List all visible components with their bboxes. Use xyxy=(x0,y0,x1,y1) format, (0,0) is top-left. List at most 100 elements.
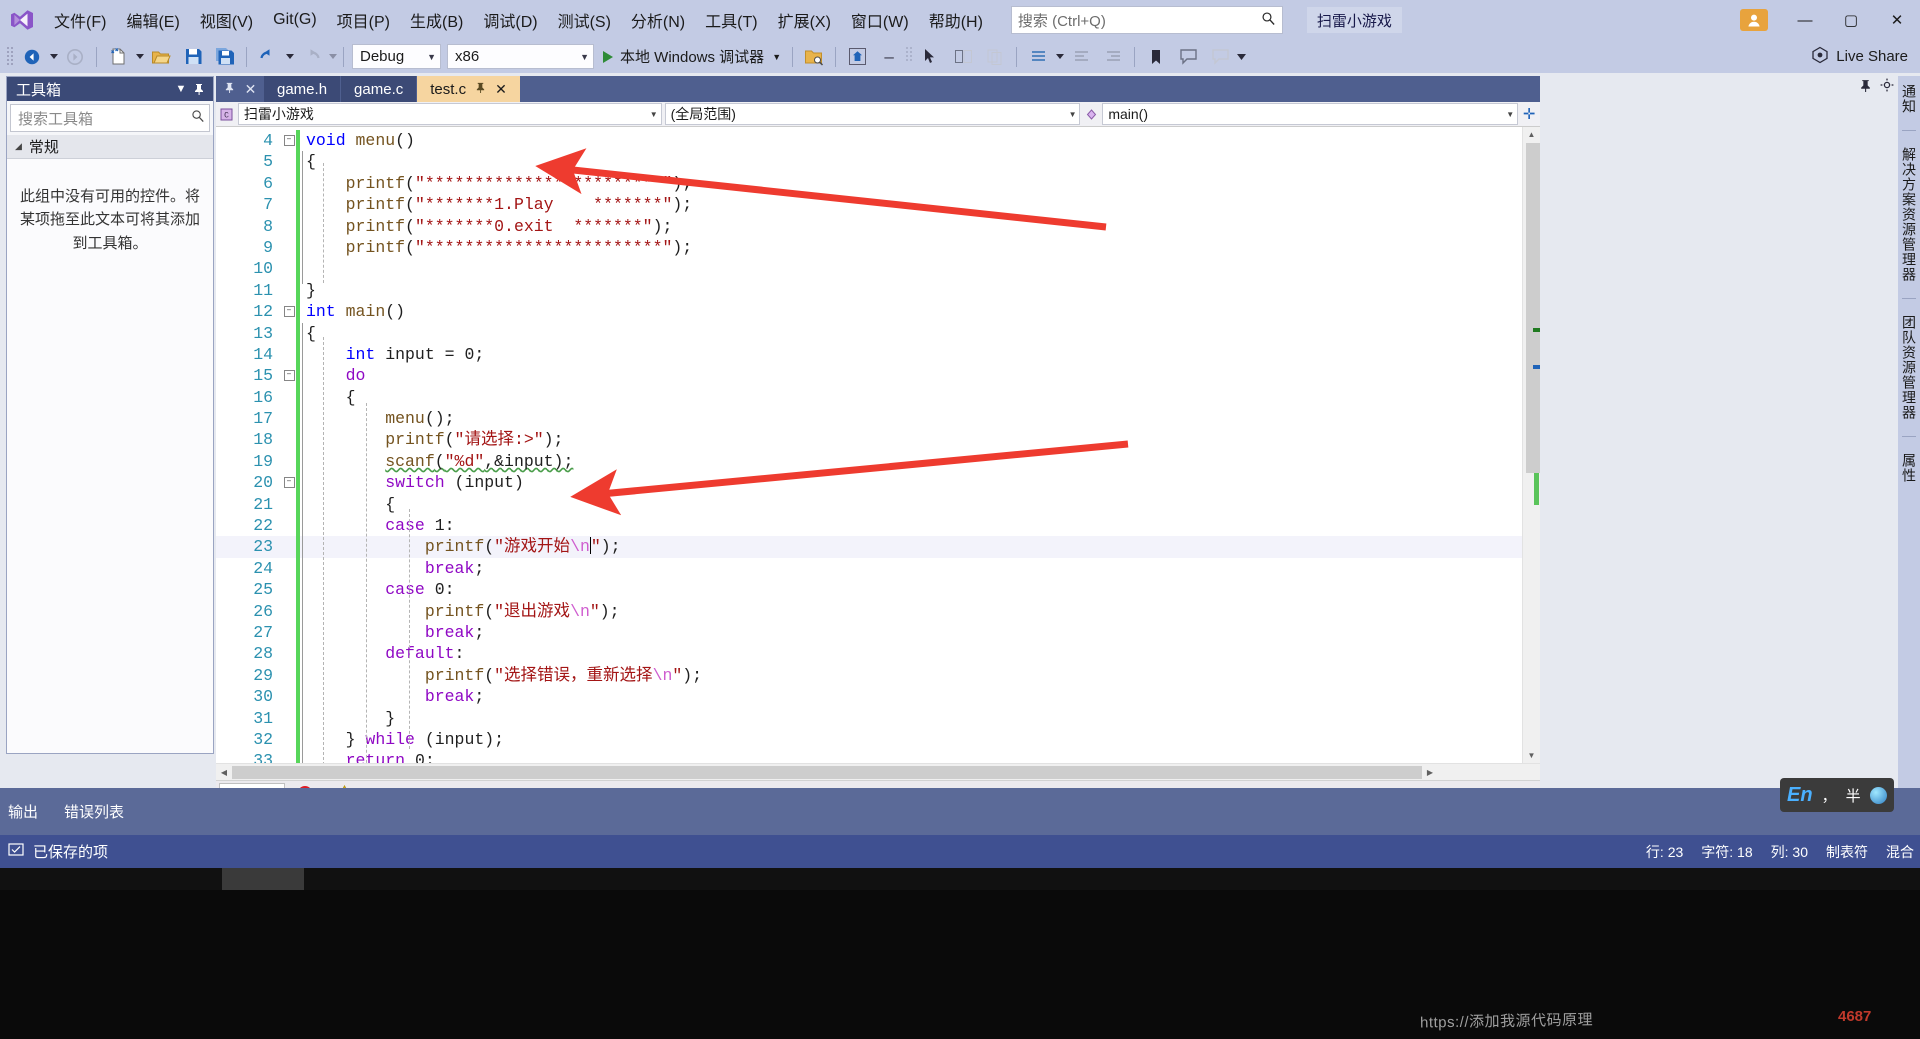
code-line[interactable]: 10 xyxy=(216,258,1522,280)
scrollbar-thumb[interactable] xyxy=(1526,143,1540,473)
bookmark-button[interactable] xyxy=(1140,44,1172,70)
right-tab-solution-explorer[interactable]: 解决方案资源管理器 xyxy=(1899,147,1919,282)
code-text[interactable]: { xyxy=(300,387,1522,408)
code-text[interactable]: { xyxy=(300,151,1522,172)
menu-item-window[interactable]: 窗口(W) xyxy=(841,0,919,40)
code-text[interactable]: default: xyxy=(300,643,1522,664)
menu-item-tools[interactable]: 工具(T) xyxy=(695,0,767,40)
code-line[interactable]: 22 case 1: xyxy=(216,515,1522,537)
hscroll-thumb[interactable] xyxy=(232,765,1422,779)
menu-item-git[interactable]: Git(G) xyxy=(263,0,327,40)
menu-item-edit[interactable]: 编辑(E) xyxy=(116,0,189,40)
bottom-tab-output[interactable]: 输出 xyxy=(8,801,38,822)
chevron-down-icon[interactable]: ▼ xyxy=(172,83,190,95)
code-line[interactable]: 16 { xyxy=(216,386,1522,409)
code-line[interactable]: 11} xyxy=(216,279,1522,302)
code-line[interactable]: 17 menu(); xyxy=(216,408,1522,430)
save-all-button[interactable] xyxy=(209,44,241,70)
taskbar-window-button[interactable] xyxy=(222,868,304,890)
tab-game-h[interactable]: game.h xyxy=(264,76,341,102)
code-line[interactable]: 18 printf("请选择:>"); xyxy=(216,429,1522,451)
code-text[interactable]: scanf("%d",&input); xyxy=(300,451,1522,472)
new-item-dropdown[interactable] xyxy=(134,54,145,59)
code-line[interactable]: 7 printf("*******1.Play *******"); xyxy=(216,194,1522,216)
code-lines[interactable]: 4– void menu() 5{6 printf("***************… xyxy=(216,127,1522,763)
menu-item-view[interactable]: 视图(V) xyxy=(190,0,263,40)
code-text[interactable]: } xyxy=(300,708,1522,729)
code-text[interactable]: break; xyxy=(300,622,1522,643)
align-right-button[interactable] xyxy=(1097,44,1129,70)
code-text[interactable]: } xyxy=(300,280,1522,301)
fold-collapse-icon[interactable]: – xyxy=(282,306,296,318)
code-line[interactable]: 25 case 0: xyxy=(216,579,1522,601)
scroll-up-icon[interactable]: ▲ xyxy=(1523,127,1540,142)
code-text[interactable]: case 0: xyxy=(300,579,1522,600)
bottom-tab-error-list[interactable]: 错误列表 xyxy=(64,801,124,822)
menu-item-file[interactable]: 文件(F) xyxy=(44,0,116,40)
right-tab-team-explorer[interactable]: 团队资源管理器 xyxy=(1899,315,1919,420)
code-line[interactable]: 30 break; xyxy=(216,686,1522,708)
code-line[interactable]: 13 { xyxy=(216,322,1522,344)
code-line[interactable]: 32 } while (input); xyxy=(216,728,1522,751)
member-scope-combo[interactable]: main() ▼ xyxy=(1102,103,1519,125)
project-scope-combo[interactable]: 扫雷小游戏 ▼ xyxy=(237,103,662,125)
code-text[interactable]: printf("*******0.exit *******"); xyxy=(300,216,1522,237)
tab-test-c[interactable]: test.c ✕ xyxy=(417,76,520,102)
tab-game-c[interactable]: game.c xyxy=(341,76,417,102)
code-text[interactable]: printf("*******1.Play *******"); xyxy=(300,194,1522,215)
open-file-button[interactable] xyxy=(145,44,177,70)
code-line[interactable]: 15– do xyxy=(216,365,1522,387)
menu-item-build[interactable]: 生成(B) xyxy=(400,0,473,40)
code-line[interactable]: 8 printf("*******0.exit *******"); xyxy=(216,215,1522,237)
menu-item-extensions[interactable]: 扩展(X) xyxy=(768,0,841,40)
toolbox-group-general[interactable]: ◢ 常规 xyxy=(7,135,213,159)
code-line[interactable]: 4– void menu() xyxy=(216,130,1522,152)
comment-button[interactable] xyxy=(1172,44,1204,70)
code-line[interactable]: 24 break; xyxy=(216,557,1522,580)
scroll-left-icon[interactable]: ◀ xyxy=(216,768,232,777)
ime-indicator[interactable]: En ， 半 xyxy=(1780,778,1894,812)
live-share-button[interactable]: Live Share xyxy=(1811,46,1920,68)
code-text[interactable]: menu(); xyxy=(300,408,1522,429)
type-scope-combo[interactable]: (全局范围) ▼ xyxy=(664,103,1081,125)
collapse-button[interactable]: – xyxy=(873,44,905,70)
global-search-input[interactable]: 搜索 (Ctrl+Q) xyxy=(1010,6,1283,34)
code-line[interactable]: 12– int main() xyxy=(216,301,1522,323)
toolbar-overflow[interactable] xyxy=(1236,53,1247,60)
platform-combo[interactable]: x86 ▼ xyxy=(447,44,594,69)
code-line[interactable]: 28 default: xyxy=(216,643,1522,665)
code-line[interactable]: 9 printf("************************"); xyxy=(216,236,1522,259)
tabstrip-close-icon[interactable]: ✕ xyxy=(245,81,257,98)
code-line[interactable]: 26 printf("退出游戏\n"); xyxy=(216,600,1522,622)
redo-dropdown[interactable] xyxy=(327,54,338,59)
code-text[interactable]: printf("选择错误，重新选择\n"); xyxy=(300,665,1522,686)
code-text[interactable]: printf("退出游戏\n"); xyxy=(300,601,1522,622)
code-scroll-region[interactable]: 4– void menu() 5{6 printf("***************… xyxy=(216,127,1522,763)
start-debugging-button[interactable]: 本地 Windows 调试器 ▼ xyxy=(597,44,787,70)
code-text[interactable]: printf("请选择:>"); xyxy=(300,429,1522,450)
pointer-button[interactable] xyxy=(915,44,947,70)
code-text[interactable]: break; xyxy=(300,686,1522,707)
undo-button[interactable] xyxy=(252,44,284,70)
align-left-button[interactable] xyxy=(1065,44,1097,70)
vertical-scrollbar[interactable]: ▲ ▼ xyxy=(1522,127,1540,763)
avatar[interactable] xyxy=(1740,9,1768,31)
code-line[interactable]: 14 int input = 0; xyxy=(216,343,1522,366)
navigate-back-button[interactable] xyxy=(16,44,48,70)
toolbox-search-input[interactable]: 搜索工具箱 xyxy=(10,104,210,132)
code-text[interactable]: case 1: xyxy=(300,515,1522,536)
code-text[interactable]: } while (input); xyxy=(300,729,1522,750)
maximize-button[interactable]: ▢ xyxy=(1828,0,1874,40)
ime-ball-icon[interactable] xyxy=(1869,786,1887,804)
scroll-down-icon[interactable]: ▼ xyxy=(1523,748,1540,763)
close-button[interactable]: ✕ xyxy=(1874,0,1920,40)
toolbar-grip[interactable] xyxy=(6,46,16,68)
code-line[interactable]: 27 break; xyxy=(216,621,1522,644)
window-layout-button[interactable] xyxy=(947,44,979,70)
uncomment-button[interactable] xyxy=(1204,44,1236,70)
new-item-button[interactable] xyxy=(102,44,134,70)
menu-item-help[interactable]: 帮助(H) xyxy=(919,0,993,40)
code-line[interactable]: 23 printf("游戏开始\n"); xyxy=(216,536,1522,558)
navigate-back-dropdown[interactable] xyxy=(48,54,59,59)
code-text[interactable]: do xyxy=(300,365,1522,386)
